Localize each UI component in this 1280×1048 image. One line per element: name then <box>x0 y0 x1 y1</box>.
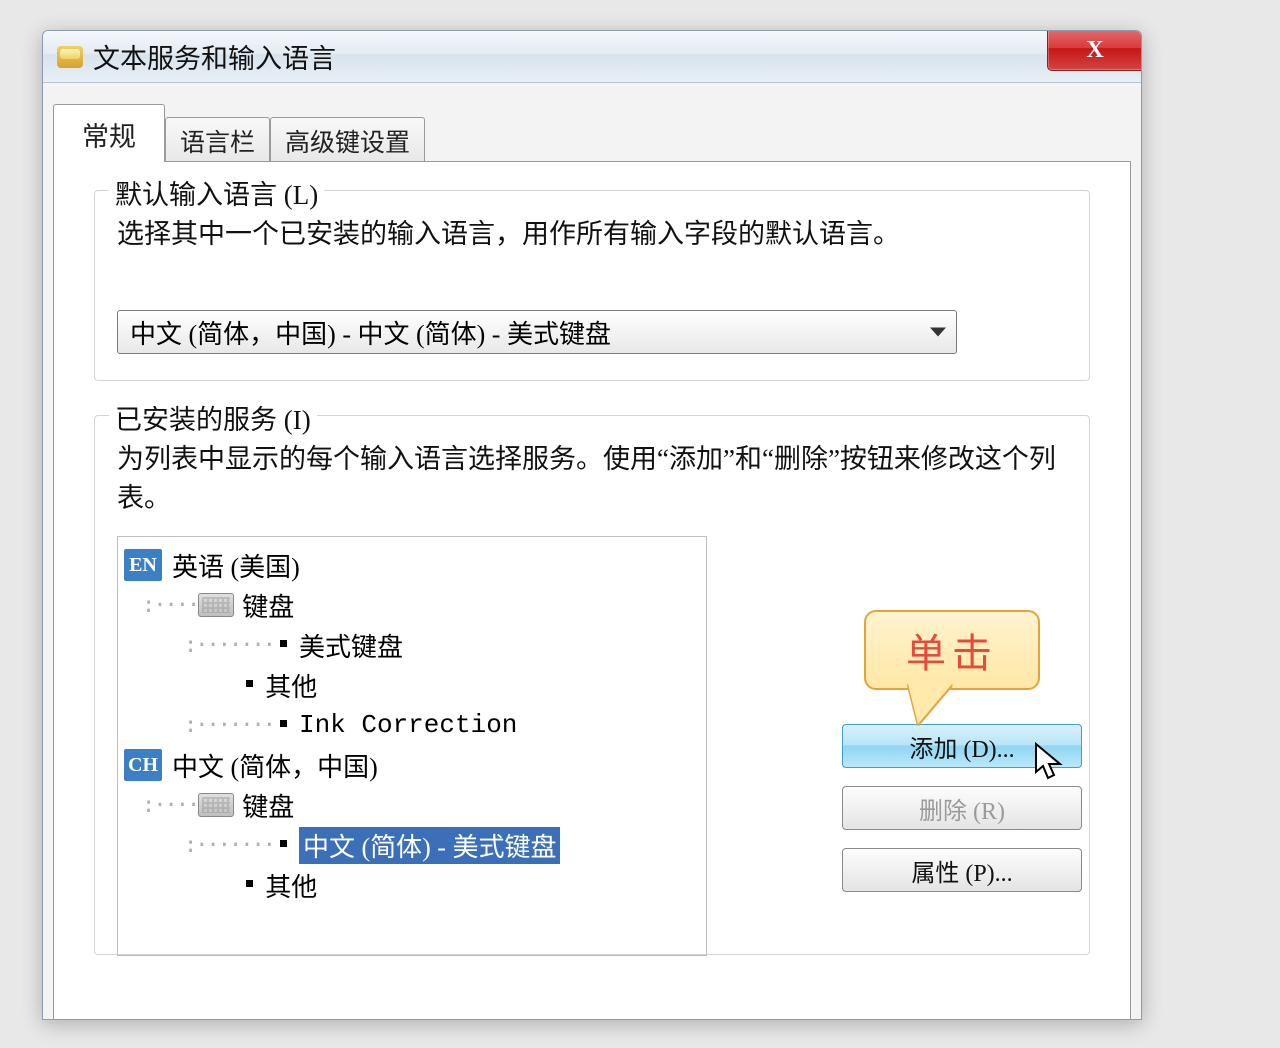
keyboard-icon <box>198 793 234 817</box>
close-button[interactable]: X <box>1047 30 1142 71</box>
bullet-icon <box>280 640 287 647</box>
tree-label: 英语 (美国) <box>172 547 300 584</box>
tree-item-us-keyboard[interactable]: :······· 美式键盘 <box>124 625 700 665</box>
button-label: 删除 (R) <box>919 791 1005 826</box>
window-title: 文本服务和输入语言 <box>93 37 336 76</box>
titlebar: 文本服务和输入语言 X <box>43 31 1141 83</box>
default-language-value: 中文 (简体，中国) - 中文 (简体) - 美式键盘 <box>130 314 611 351</box>
tab-panel-general: 默认输入语言 (L) 选择其中一个已安装的输入语言，用作所有输入字段的默认语言。… <box>53 161 1131 1020</box>
app-icon <box>57 46 83 68</box>
properties-button[interactable]: 属性 (P)... <box>842 848 1082 892</box>
bullet-icon <box>246 680 253 687</box>
tree-label: 键盘 <box>242 587 294 624</box>
close-icon: X <box>1086 37 1103 64</box>
fieldset-default-language: 默认输入语言 (L) 选择其中一个已安装的输入语言，用作所有输入字段的默认语言。… <box>94 190 1090 381</box>
chevron-down-icon <box>930 328 946 337</box>
keyboard-icon <box>198 593 234 617</box>
bullet-icon <box>280 840 287 847</box>
callout-click: 单击 <box>864 610 1040 690</box>
lang-badge-ch: CH <box>124 749 162 781</box>
tree-keyboard-en[interactable]: :···· 键盘 <box>124 585 700 625</box>
tree-lang-ch[interactable]: CH 中文 (简体，中国) <box>124 745 700 785</box>
dialog-window: 文本服务和输入语言 X 常规 语言栏 高级键设置 默认输入语言 (L) 选择其中… <box>42 30 1142 1020</box>
tree-item-ink-correction[interactable]: :······· Ink Correction <box>124 705 700 745</box>
tree-label: 键盘 <box>242 787 294 824</box>
tab-general[interactable]: 常规 <box>53 104 165 162</box>
button-label: 属性 (P)... <box>911 853 1012 888</box>
tab-language-bar[interactable]: 语言栏 <box>165 117 270 162</box>
lang-badge-en: EN <box>124 549 162 581</box>
tab-advanced-keys[interactable]: 高级键设置 <box>270 117 425 162</box>
callout-text: 单击 <box>906 621 998 679</box>
tree-label-selected: 中文 (简体) - 美式键盘 <box>299 827 560 864</box>
tree-label: 其他 <box>265 867 317 904</box>
tree-lang-en[interactable]: EN 英语 (美国) <box>124 545 700 585</box>
bullet-icon <box>280 720 287 727</box>
tree-label: 其他 <box>265 667 317 704</box>
legend-default-language: 默认输入语言 (L) <box>109 173 324 212</box>
tree-keyboard-ch[interactable]: :···· 键盘 <box>124 785 700 825</box>
tree-other-en[interactable]: 其他 <box>124 665 700 705</box>
remove-button[interactable]: 删除 (R) <box>842 786 1082 830</box>
button-label: 添加 (D)... <box>909 729 1014 764</box>
installed-services-desc: 为列表中显示的每个输入语言选择服务。使用“添加”和“删除”按钮来修改这个列表。 <box>117 440 1067 518</box>
tree-item-ch-us-keyboard[interactable]: :······· 中文 (简体) - 美式键盘 <box>124 825 700 865</box>
bullet-icon <box>246 880 253 887</box>
tree-label: Ink Correction <box>299 710 517 740</box>
default-language-desc: 选择其中一个已安装的输入语言，用作所有输入字段的默认语言。 <box>117 215 1067 254</box>
default-language-select[interactable]: 中文 (简体，中国) - 中文 (简体) - 美式键盘 <box>117 310 957 354</box>
services-tree[interactable]: EN 英语 (美国) :···· 键盘 :······· 美式键盘 <box>117 536 707 956</box>
tree-label: 中文 (简体，中国) <box>172 747 378 784</box>
tabstrip: 常规 语言栏 高级键设置 <box>53 111 1141 161</box>
tree-label: 美式键盘 <box>299 627 403 664</box>
legend-installed-services: 已安装的服务 (I) <box>109 398 317 437</box>
cursor-icon <box>1034 742 1068 782</box>
callout-tail-icon <box>908 684 952 724</box>
tree-other-ch[interactable]: 其他 <box>124 865 700 905</box>
